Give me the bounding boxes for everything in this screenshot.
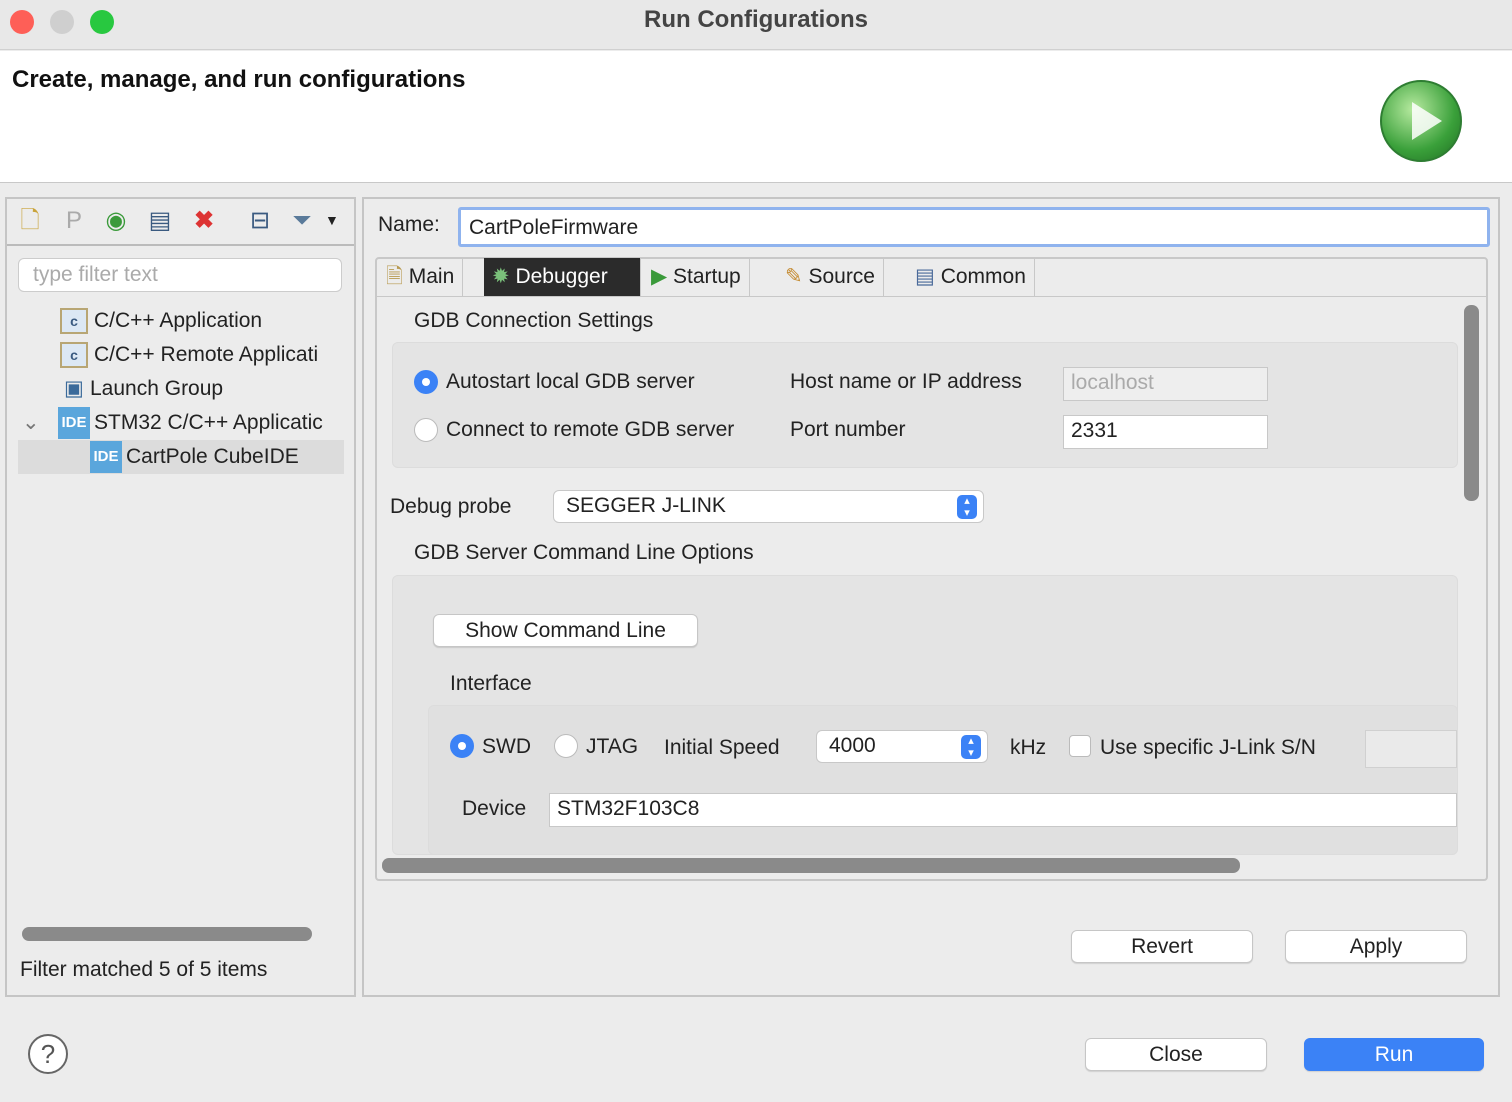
new-config-icon[interactable]: 🗋	[16, 206, 44, 236]
horizontal-scrollbar[interactable]	[382, 858, 1240, 873]
run-logo-icon	[1380, 80, 1462, 162]
name-input[interactable]: CartPoleFirmware	[458, 207, 1490, 247]
tree-item-c-remote-app[interactable]: c C/C++ Remote Applicati	[18, 338, 344, 372]
gdb-connection-title: GDB Connection Settings	[414, 309, 654, 332]
sidebar-horizontal-scrollbar[interactable]	[22, 927, 312, 941]
delete-icon[interactable]: ✖	[190, 206, 218, 236]
apply-button[interactable]: Apply	[1285, 930, 1467, 963]
tree-item-c-app[interactable]: c C/C++ Application	[18, 304, 344, 338]
tree-item-cartpole[interactable]: IDE CartPole CubeIDE	[18, 440, 344, 474]
port-label: Port number	[790, 418, 906, 441]
debug-probe-label: Debug probe	[390, 495, 512, 518]
initial-speed-value: 4000	[829, 734, 876, 757]
use-sn-label: Use specific J-Link S/N	[1100, 736, 1316, 759]
tree-item-label: Launch Group	[90, 377, 224, 400]
connect-remote-radio[interactable]	[414, 418, 438, 442]
device-label: Device	[462, 797, 527, 820]
common-icon: ▤	[915, 265, 935, 288]
ide-icon: IDE	[58, 407, 90, 440]
tab-main[interactable]: 🗎 Main	[378, 258, 464, 296]
khz-label: kHz	[1010, 736, 1047, 759]
interface-group	[428, 705, 1458, 855]
vertical-scrollbar[interactable]	[1464, 305, 1479, 501]
autostart-radio[interactable]	[414, 370, 438, 394]
ide-icon: IDE	[90, 441, 122, 474]
port-input[interactable]: 2331	[1063, 415, 1268, 449]
tree-item-label: C/C++ Application	[94, 309, 263, 332]
swd-label: SWD	[482, 735, 531, 758]
launch-group-icon: ▣	[64, 377, 84, 400]
tab-label: Startup	[673, 265, 741, 288]
tab-label: Debugger	[515, 265, 608, 288]
dialog-header-text: Create, manage, and run configurations	[12, 66, 466, 93]
run-button[interactable]: Run	[1304, 1038, 1484, 1071]
jtag-radio[interactable]	[554, 734, 578, 758]
use-sn-checkbox[interactable]	[1069, 735, 1091, 757]
source-icon: ✎	[785, 265, 803, 288]
tab-source[interactable]: ✎ Source	[777, 258, 884, 296]
gdb-connection-group	[392, 342, 1458, 468]
tree-item-label: C/C++ Remote Applicati	[94, 343, 319, 366]
chevron-down-icon[interactable]: ⌄	[22, 406, 58, 440]
debug-probe-value: SEGGER J-LINK	[566, 494, 726, 517]
host-label: Host name or IP address	[790, 370, 1022, 393]
toolbar-divider	[7, 244, 354, 246]
swd-radio[interactable]	[450, 734, 474, 758]
duplicate-icon[interactable]: ▤	[146, 206, 174, 236]
select-stepper-icon: ▴ ▾	[961, 735, 981, 759]
tree-item-launch-group[interactable]: ▣ Launch Group	[18, 372, 344, 406]
revert-button[interactable]: Revert	[1071, 930, 1253, 963]
window-title: Run Configurations	[644, 6, 868, 33]
host-input[interactable]: localhost	[1063, 367, 1268, 401]
name-label: Name:	[378, 213, 440, 236]
connect-remote-label: Connect to remote GDB server	[446, 418, 735, 441]
filter-status: Filter matched 5 of 5 items	[20, 958, 268, 981]
jtag-label: JTAG	[586, 735, 639, 758]
collapse-all-icon[interactable]: ⊟	[246, 206, 274, 236]
export-config-icon[interactable]: ◉	[102, 206, 130, 236]
autostart-label: Autostart local GDB server	[446, 370, 695, 393]
c-app-icon: c	[60, 308, 88, 335]
filter-dropdown-icon[interactable]: ▼	[325, 212, 339, 228]
tab-debugger[interactable]: ✹ Debugger	[484, 258, 641, 296]
new-prototype-icon[interactable]: P	[60, 206, 88, 236]
show-command-line-button[interactable]: Show Command Line	[433, 614, 698, 647]
filter-icon[interactable]: ⏷	[288, 206, 316, 236]
sn-input[interactable]	[1365, 730, 1457, 768]
close-button[interactable]: Close	[1085, 1038, 1267, 1071]
play-icon: ▶	[651, 265, 668, 288]
initial-speed-label: Initial Speed	[664, 736, 780, 759]
gdb-server-title: GDB Server Command Line Options	[414, 541, 754, 564]
select-stepper-icon: ▴ ▾	[957, 495, 977, 519]
main-tab-icon: 🗎	[386, 265, 403, 288]
tree-item-label: CartPole CubeIDE	[126, 445, 299, 468]
help-icon[interactable]: ?	[28, 1034, 68, 1074]
tab-startup[interactable]: ▶ Startup	[643, 258, 750, 296]
tab-label: Common	[940, 265, 1026, 288]
tab-label: Source	[808, 265, 875, 288]
bug-icon: ✹	[492, 265, 510, 288]
filter-input[interactable]: type filter text	[18, 258, 342, 292]
tab-label: Main	[408, 265, 455, 288]
interface-label: Interface	[450, 672, 532, 695]
c-app-icon: c	[60, 342, 88, 369]
tree-item-stm32-app[interactable]: ⌄ IDE STM32 C/C++ Applicatic	[18, 406, 344, 440]
device-input[interactable]: STM32F103C8	[549, 793, 1457, 827]
debug-probe-select[interactable]: SEGGER J-LINK ▴ ▾	[553, 490, 984, 523]
tab-divider	[377, 296, 1486, 297]
tab-common[interactable]: ▤ Common	[907, 258, 1035, 296]
tree-item-label: STM32 C/C++ Applicatic	[94, 411, 323, 434]
initial-speed-select[interactable]: 4000 ▴ ▾	[816, 730, 988, 763]
